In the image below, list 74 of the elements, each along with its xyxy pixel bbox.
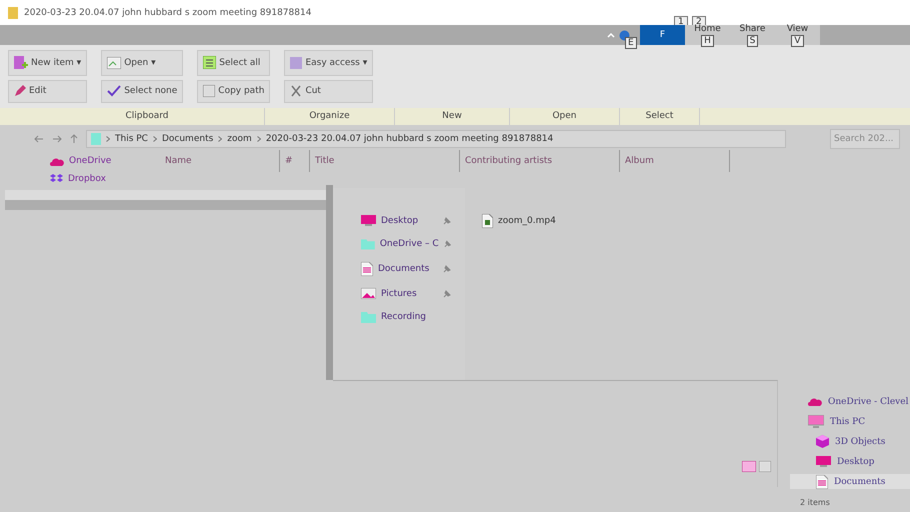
group-label: Open xyxy=(510,108,620,125)
breadcrumb[interactable]: 2020-03-23 20.04.07 john hubbard s zoom meeting 891878814 xyxy=(266,134,554,144)
back-arrow-icon[interactable] xyxy=(34,135,44,143)
nav-item[interactable]: Desktop xyxy=(790,454,910,469)
video-file-icon xyxy=(482,214,493,228)
breadcrumb[interactable]: zoom xyxy=(227,134,252,144)
nav-item[interactable]: Recording xyxy=(361,311,465,323)
address-bar[interactable]: This PC Documents zoom 2020-03-23 20.04.07 john hubbard s zoom meeting 891878814 xyxy=(86,130,786,148)
nav-item[interactable]: 3D Objects xyxy=(790,434,910,449)
open-icon xyxy=(107,56,122,69)
details-view-icon[interactable] xyxy=(742,461,756,472)
nav-item[interactable]: Documents xyxy=(361,262,465,276)
chevron-icon xyxy=(106,136,110,142)
document-icon xyxy=(361,262,373,276)
select-all-icon xyxy=(203,56,216,70)
chevron-icon xyxy=(218,136,222,142)
nav-item[interactable]: This PC xyxy=(790,414,910,429)
chevron-icon xyxy=(256,136,261,142)
status-text: 2 items xyxy=(800,498,830,507)
ribbon-command[interactable]: Select all xyxy=(197,50,270,76)
ribbon-tab[interactable]: Share S xyxy=(730,25,775,45)
column-header[interactable]: # xyxy=(280,150,310,172)
chevron-icon xyxy=(152,136,157,142)
new-item-icon xyxy=(14,56,28,70)
nav-item[interactable]: OneDrive - Clevel xyxy=(790,394,910,409)
cube-icon xyxy=(816,435,829,448)
scissors-icon xyxy=(290,85,302,98)
ribbon-command[interactable]: Cut xyxy=(284,80,374,103)
ribbon-command[interactable]: Copy path xyxy=(197,80,270,103)
pencil-icon xyxy=(14,85,26,98)
key-tip: S xyxy=(746,34,758,46)
forward-arrow-icon[interactable] xyxy=(52,135,62,143)
group-label: New xyxy=(395,108,510,125)
nav-item[interactable]: Dropbox xyxy=(50,173,160,184)
ribbon-command[interactable]: Easy access ▾ xyxy=(284,50,374,76)
key-tip: E xyxy=(625,37,637,49)
up-arrow-icon[interactable] xyxy=(70,134,78,144)
box-icon xyxy=(50,173,63,184)
ribbon-command[interactable]: New item ▾ xyxy=(8,50,88,76)
key-tip: H xyxy=(701,34,714,46)
collapse-icon[interactable] xyxy=(607,31,615,39)
monitor-icon xyxy=(816,456,831,467)
column-header[interactable]: Album xyxy=(620,150,730,172)
monitor-icon xyxy=(361,215,376,226)
nav-item[interactable]: Desktop xyxy=(361,215,465,226)
ribbon-tab[interactable]: View V xyxy=(775,25,820,45)
search-field[interactable]: Search 202... xyxy=(830,129,900,149)
nav-item[interactable]: OneDrive xyxy=(50,156,160,166)
column-header[interactable]: Name xyxy=(160,150,280,172)
breadcrumb[interactable]: This PC xyxy=(115,134,148,144)
group-label: Clipboard xyxy=(30,108,265,125)
breadcrumb[interactable]: Documents xyxy=(162,134,214,144)
checkmark-icon xyxy=(107,85,122,98)
file-item[interactable]: zoom_0.mp4 xyxy=(482,214,556,228)
group-label: Organize xyxy=(265,108,395,125)
window-title: 2020-03-23 20.04.07 john hubbard s zoom meeting 891878814 xyxy=(24,8,312,18)
ribbon-command[interactable]: Edit xyxy=(8,80,88,103)
group-label: Select xyxy=(620,108,700,125)
nav-item[interactable]: Pictures xyxy=(361,288,465,299)
ribbon-command[interactable]: Open ▾ xyxy=(101,50,184,76)
document-icon xyxy=(816,474,828,488)
cloud-icon xyxy=(808,397,822,406)
key-tip: V xyxy=(791,34,804,46)
column-header[interactable]: Title xyxy=(310,150,460,172)
picture-icon xyxy=(361,288,376,299)
nav-item[interactable]: Documents xyxy=(790,474,910,489)
ribbon-tab[interactable]: F xyxy=(640,25,685,45)
cloud-icon xyxy=(50,156,64,166)
nav-item[interactable]: OneDrive – C xyxy=(361,238,465,250)
thumbnail-view-icon[interactable] xyxy=(759,461,771,472)
computer-icon xyxy=(808,415,824,428)
ribbon-tab[interactable]: Home H xyxy=(685,25,730,45)
column-header[interactable]: Contributing artists xyxy=(460,150,620,172)
ribbon-command[interactable]: Select none xyxy=(101,80,184,103)
